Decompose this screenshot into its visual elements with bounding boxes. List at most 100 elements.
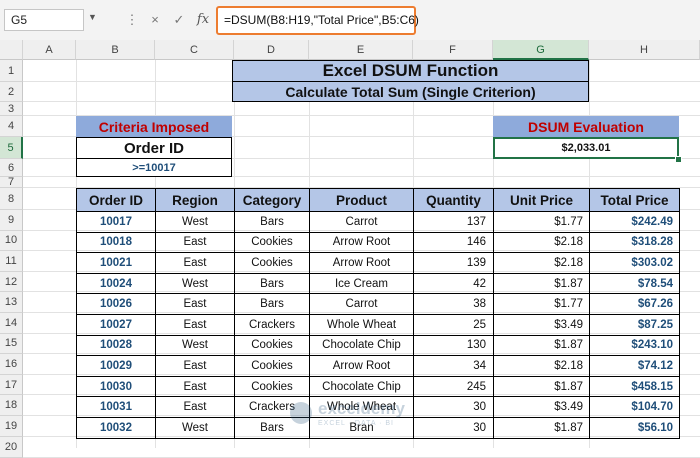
- cell-unit-price[interactable]: $1.87: [493, 272, 590, 295]
- cell-region[interactable]: East: [155, 355, 235, 377]
- cell-unit-price[interactable]: $1.77: [493, 293, 590, 315]
- cell-region[interactable]: West: [155, 334, 235, 357]
- cell-category[interactable]: Bars: [234, 293, 310, 315]
- cell-region[interactable]: West: [155, 211, 235, 233]
- row-header[interactable]: 10: [0, 230, 23, 252]
- cell-unit-price[interactable]: $2.18: [493, 231, 590, 254]
- cell-order-id[interactable]: 10027: [76, 313, 156, 336]
- cell-category[interactable]: Bars: [234, 272, 310, 295]
- cell-quantity[interactable]: 130: [413, 334, 494, 357]
- cell-order-id[interactable]: 10031: [76, 396, 156, 418]
- enter-icon[interactable]: ✓: [169, 10, 189, 30]
- cell-unit-price[interactable]: $1.87: [493, 334, 590, 357]
- criteria-value[interactable]: >=10017: [76, 159, 232, 177]
- cell-region[interactable]: West: [155, 416, 235, 439]
- formula-input[interactable]: =DSUM(B8:H19,"Total Price",B5:C6): [216, 6, 419, 35]
- column-header-h[interactable]: H: [589, 40, 700, 60]
- cell-total-price[interactable]: $78.54: [589, 272, 680, 295]
- cell-product[interactable]: Whole Wheat: [309, 313, 414, 336]
- cell-product[interactable]: Carrot: [309, 211, 414, 233]
- cell-order-id[interactable]: 10021: [76, 252, 156, 274]
- column-header-g[interactable]: G: [493, 40, 589, 60]
- cell-product[interactable]: Arrow Root: [309, 231, 414, 254]
- cell-product[interactable]: Arrow Root: [309, 252, 414, 274]
- fill-handle[interactable]: [675, 156, 682, 163]
- row-header[interactable]: 18: [0, 395, 23, 416]
- row-header[interactable]: 1: [0, 60, 23, 82]
- cell-quantity[interactable]: 245: [413, 375, 494, 398]
- cell-category[interactable]: Cookies: [234, 252, 310, 274]
- cell-region[interactable]: East: [155, 293, 235, 315]
- cell-unit-price[interactable]: $1.87: [493, 416, 590, 439]
- insert-function-icon[interactable]: fx: [193, 10, 213, 30]
- cell-quantity[interactable]: 146: [413, 231, 494, 254]
- cell-product[interactable]: Whole Wheat: [309, 396, 414, 418]
- cell-unit-price[interactable]: $1.87: [493, 375, 590, 398]
- cell-total-price[interactable]: $56.10: [589, 416, 680, 439]
- cell-region[interactable]: East: [155, 375, 235, 398]
- cell-product[interactable]: Chocolate Chip: [309, 334, 414, 357]
- row-header[interactable]: 17: [0, 374, 23, 396]
- cell-total-price[interactable]: $318.28: [589, 231, 680, 254]
- cell-region[interactable]: West: [155, 272, 235, 295]
- cell-total-price[interactable]: $303.02: [589, 252, 680, 274]
- column-header-e[interactable]: E: [309, 40, 413, 60]
- cell-region[interactable]: East: [155, 252, 235, 274]
- cell-region[interactable]: East: [155, 231, 235, 254]
- cell-quantity[interactable]: 42: [413, 272, 494, 295]
- row-header[interactable]: 16: [0, 354, 23, 375]
- name-box[interactable]: G5: [4, 9, 84, 31]
- row-header[interactable]: 15: [0, 333, 23, 355]
- column-header-c[interactable]: C: [155, 40, 234, 60]
- cell-total-price[interactable]: $458.15: [589, 375, 680, 398]
- header-quantity[interactable]: Quantity: [413, 188, 494, 212]
- cell-order-id[interactable]: 10030: [76, 375, 156, 398]
- cell-region[interactable]: East: [155, 396, 235, 418]
- cell-region[interactable]: East: [155, 313, 235, 336]
- column-header-f[interactable]: F: [413, 40, 493, 60]
- cell-unit-price[interactable]: $2.18: [493, 355, 590, 377]
- cell-order-id[interactable]: 10028: [76, 334, 156, 357]
- row-header[interactable]: 19: [0, 416, 23, 437]
- header-order-id[interactable]: Order ID: [76, 188, 156, 212]
- evaluation-result-cell[interactable]: $2,033.01: [493, 137, 679, 159]
- cell-total-price[interactable]: $74.12: [589, 355, 680, 377]
- cell-category[interactable]: Cookies: [234, 355, 310, 377]
- cell-category[interactable]: Crackers: [234, 313, 310, 336]
- select-all-corner[interactable]: [0, 40, 23, 60]
- header-product[interactable]: Product: [309, 188, 414, 212]
- row-header[interactable]: 2: [0, 82, 23, 102]
- cell-quantity[interactable]: 34: [413, 355, 494, 377]
- cell-unit-price[interactable]: $2.18: [493, 252, 590, 274]
- cell-product[interactable]: Arrow Root: [309, 355, 414, 377]
- row-header[interactable]: 5: [0, 137, 23, 159]
- cell-order-id[interactable]: 10029: [76, 355, 156, 377]
- row-header[interactable]: 7: [0, 176, 23, 188]
- row-header[interactable]: 6: [0, 159, 23, 177]
- row-header[interactable]: 4: [0, 116, 23, 137]
- cell-product[interactable]: Ice Cream: [309, 272, 414, 295]
- cell-quantity[interactable]: 25: [413, 313, 494, 336]
- cell-order-id[interactable]: 10017: [76, 211, 156, 233]
- cell-product[interactable]: Carrot: [309, 293, 414, 315]
- cell-total-price[interactable]: $87.25: [589, 313, 680, 336]
- cell-category[interactable]: Bars: [234, 416, 310, 439]
- column-header-a[interactable]: A: [23, 40, 76, 60]
- cell-category[interactable]: Cookies: [234, 231, 310, 254]
- row-header[interactable]: 12: [0, 271, 23, 293]
- cell-quantity[interactable]: 139: [413, 252, 494, 274]
- cell-order-id[interactable]: 10026: [76, 293, 156, 315]
- cell-total-price[interactable]: $67.26: [589, 293, 680, 315]
- cell-unit-price[interactable]: $1.77: [493, 211, 590, 233]
- cell-order-id[interactable]: 10018: [76, 231, 156, 254]
- cell-order-id[interactable]: 10032: [76, 416, 156, 439]
- row-header[interactable]: 9: [0, 210, 23, 231]
- row-header[interactable]: 11: [0, 251, 23, 272]
- cell-total-price[interactable]: $243.10: [589, 334, 680, 357]
- header-total-price[interactable]: Total Price: [589, 188, 680, 212]
- row-header[interactable]: 20: [0, 436, 23, 458]
- row-header[interactable]: 8: [0, 188, 23, 210]
- row-header[interactable]: 13: [0, 292, 23, 313]
- header-category[interactable]: Category: [234, 188, 310, 212]
- cell-category[interactable]: Bars: [234, 211, 310, 233]
